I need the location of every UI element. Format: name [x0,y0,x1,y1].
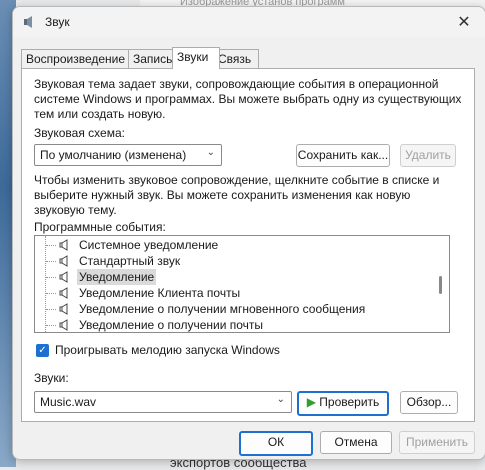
tree-branch [46,261,56,262]
save-as-button[interactable]: Сохранить как... [296,144,390,167]
tree-branch [46,245,56,246]
tree-branch [46,325,56,326]
speaker-icon [59,303,68,315]
list-item[interactable]: Системное уведомление [35,237,431,253]
chevron-down-icon: ⌄ [206,147,215,158]
list-item-label: Уведомление о получении мгновенного сооб… [79,302,366,316]
tab-sounds[interactable]: Звуки [172,47,220,69]
program-events-list[interactable]: Системное уведомление Стандартный звук У… [34,235,450,333]
intro-text-line-3: тем или создать новую. [34,107,166,121]
sound-scheme-label: Звуковая схема: [34,126,125,140]
sound-scheme-value: По умолчанию (изменена) [40,148,187,162]
hint-text-line-2: выберите нужный звук. Вы можете сохранит… [34,188,411,202]
list-scrollbar[interactable] [433,236,449,332]
test-button[interactable]: ▶ Проверить [297,391,389,416]
startup-sound-checkbox[interactable]: ✓ [36,344,49,357]
title-bar: Звук ✕ [13,7,485,37]
intro-text-line-1: Звуковая тема задает звуки, сопровождающ… [34,77,439,91]
list-item[interactable]: Стандартный звук [35,253,431,269]
sounds-panel: Звуковая тема задает звуки, сопровождающ… [21,68,475,422]
tree-branch [46,309,56,310]
window-title: Звук [45,15,70,29]
list-item[interactable]: Уведомление Клиента почты [35,285,431,301]
list-item-label: Уведомление Клиента почты [79,286,241,300]
sound-file-value: Music.wav [40,395,97,409]
scrollbar-thumb[interactable] [439,276,442,294]
speaker-icon [59,239,68,251]
speaker-icon [59,271,68,283]
tab-playback[interactable]: Воспроизведение [21,49,129,68]
sound-scheme-select[interactable]: По умолчанию (изменена) ⌄ [34,144,222,166]
speaker-icon [59,255,68,267]
program-events-label: Программные события: [34,220,166,234]
apply-button[interactable]: Применить [399,431,475,454]
delete-button[interactable]: Удалить [400,144,456,167]
hint-text-line-1: Чтобы изменить звуковое сопровождение, щ… [34,173,440,187]
speaker-icon [24,16,32,28]
speaker-icon [59,319,68,331]
chevron-down-icon: ⌄ [276,394,285,405]
list-item-label: Уведомление о получении почты [79,318,264,332]
cancel-button[interactable]: Отмена [320,431,392,454]
list-item[interactable]: Уведомление о получении почты [35,317,431,332]
sounds-label: Звуки: [34,371,69,385]
play-icon: ▶ [306,395,316,409]
list-item-label: Уведомление [77,269,157,285]
browse-button[interactable]: Обзор... [400,391,458,414]
list-item-label: Стандартный звук [79,254,181,268]
sound-dialog: Звук ✕ Воспроизведение Запись Звуки Связ… [12,6,485,460]
tree-branch [46,293,56,294]
hint-text-line-3: звуковую тему. [34,203,117,217]
sound-file-select[interactable]: Music.wav ⌄ [34,391,292,413]
speaker-icon [59,287,68,299]
ok-button[interactable]: ОК [239,431,313,456]
close-button[interactable]: ✕ [453,13,475,33]
tree-branch [46,277,56,278]
intro-text-line-2: системе Windows и программах. Вы можете … [34,92,462,106]
test-button-label: Проверить [319,395,380,409]
list-item[interactable]: Уведомление о получении мгновенного сооб… [35,301,431,317]
list-item-label: Системное уведомление [79,238,219,252]
list-item-selected[interactable]: Уведомление [35,269,431,285]
startup-sound-label: Проигрывать мелодию запуска Windows [55,343,280,357]
checkmark-icon: ✓ [38,345,47,356]
